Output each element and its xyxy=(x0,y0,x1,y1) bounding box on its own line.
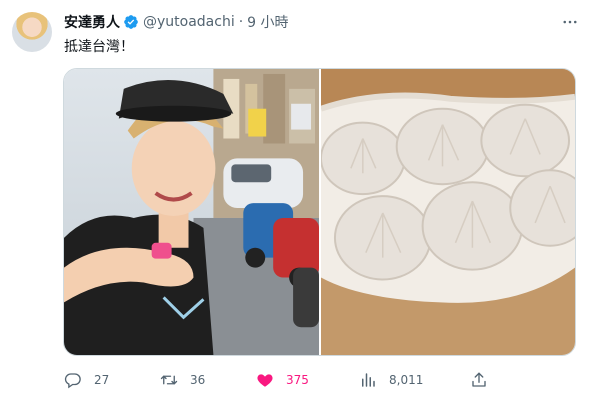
retweet-icon xyxy=(160,375,178,385)
tweet-header: 安達勇人 @yutoadachi · 9 小時 xyxy=(64,11,289,33)
display-name[interactable]: 安達勇人 xyxy=(64,12,120,32)
verified-badge-icon xyxy=(123,14,139,30)
selfie-photo[interactable] xyxy=(64,69,319,355)
like-count: 375 xyxy=(286,373,309,387)
action-bar: 27 36 375 8,011 xyxy=(64,370,504,390)
retweet-button[interactable]: 36 xyxy=(160,370,205,390)
views-button[interactable]: 8,011 xyxy=(359,370,423,390)
views-chart-icon xyxy=(362,373,375,387)
views-count: 8,011 xyxy=(389,373,424,387)
dumplings-photo[interactable] xyxy=(321,69,575,355)
more-options-icon[interactable] xyxy=(559,11,581,33)
separator-dot: · xyxy=(238,14,244,30)
media-grid xyxy=(63,68,576,356)
heart-icon xyxy=(257,374,273,387)
avatar[interactable] xyxy=(12,12,52,52)
share-icon xyxy=(472,372,486,387)
reply-count: 27 xyxy=(94,373,110,387)
like-button[interactable]: 375 xyxy=(256,370,309,390)
reply-icon xyxy=(64,373,81,389)
tweet-text: 抵達台灣！ xyxy=(64,39,134,55)
reply-button[interactable]: 27 xyxy=(64,370,109,390)
share-button[interactable] xyxy=(470,370,488,390)
retweet-count: 36 xyxy=(190,373,206,387)
user-handle[interactable]: @yutoadachi xyxy=(143,14,235,30)
tweet-timestamp[interactable]: 9 小時 xyxy=(247,12,288,32)
